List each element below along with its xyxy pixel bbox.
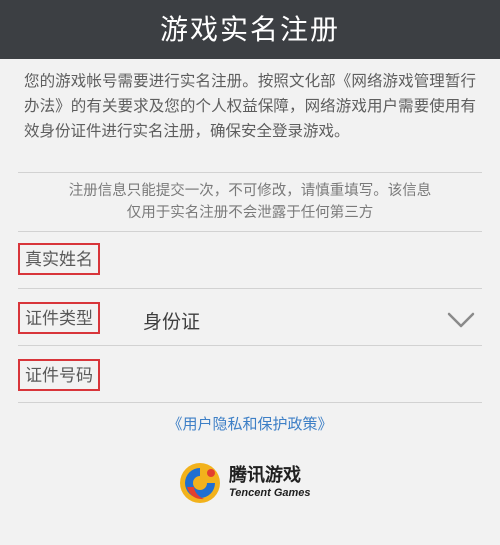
notice-text: 注册信息只能提交一次，不可修改，请慎重填写。该信息 仅用于实名注册不会泄露于任何… — [18, 180, 482, 224]
divider — [18, 288, 482, 289]
divider — [18, 402, 482, 403]
privacy-policy-link[interactable]: 《用户隐私和保护政策》 — [0, 413, 500, 434]
page-header: 游戏实名注册 — [0, 0, 500, 59]
intro-text: 您的游戏帐号需要进行实名注册。按照文化部《网络游戏管理暂行办法》的有关要求及您的… — [24, 72, 476, 140]
divider — [18, 172, 482, 173]
tencent-games-logo-icon — [180, 463, 220, 503]
logo-chinese-text: 腾讯游戏 — [229, 465, 301, 486]
chevron-down-icon[interactable] — [447, 311, 475, 329]
notice-line-1: 注册信息只能提交一次，不可修改，请慎重填写。该信息 — [68, 183, 432, 199]
id-type-value[interactable]: 身份证 — [143, 307, 200, 334]
id-type-label: 证件类型 — [18, 302, 100, 334]
notice-line-2: 仅用于实名注册不会泄露于任何第三方 — [126, 205, 374, 221]
tencent-games-logo: 腾讯游戏 Tencent Games — [177, 457, 325, 509]
real-name-label: 真实姓名 — [18, 243, 100, 275]
page-title: 游戏实名注册 — [159, 13, 340, 46]
divider — [18, 231, 482, 232]
id-number-label: 证件号码 — [18, 359, 100, 391]
logo-text: 腾讯游戏 Tencent Games — [229, 467, 311, 499]
logo-english-text: Tencent Games — [229, 487, 311, 499]
divider — [18, 345, 482, 346]
registration-content: 您的游戏帐号需要进行实名注册。按照文化部《网络游戏管理暂行办法》的有关要求及您的… — [0, 59, 500, 545]
